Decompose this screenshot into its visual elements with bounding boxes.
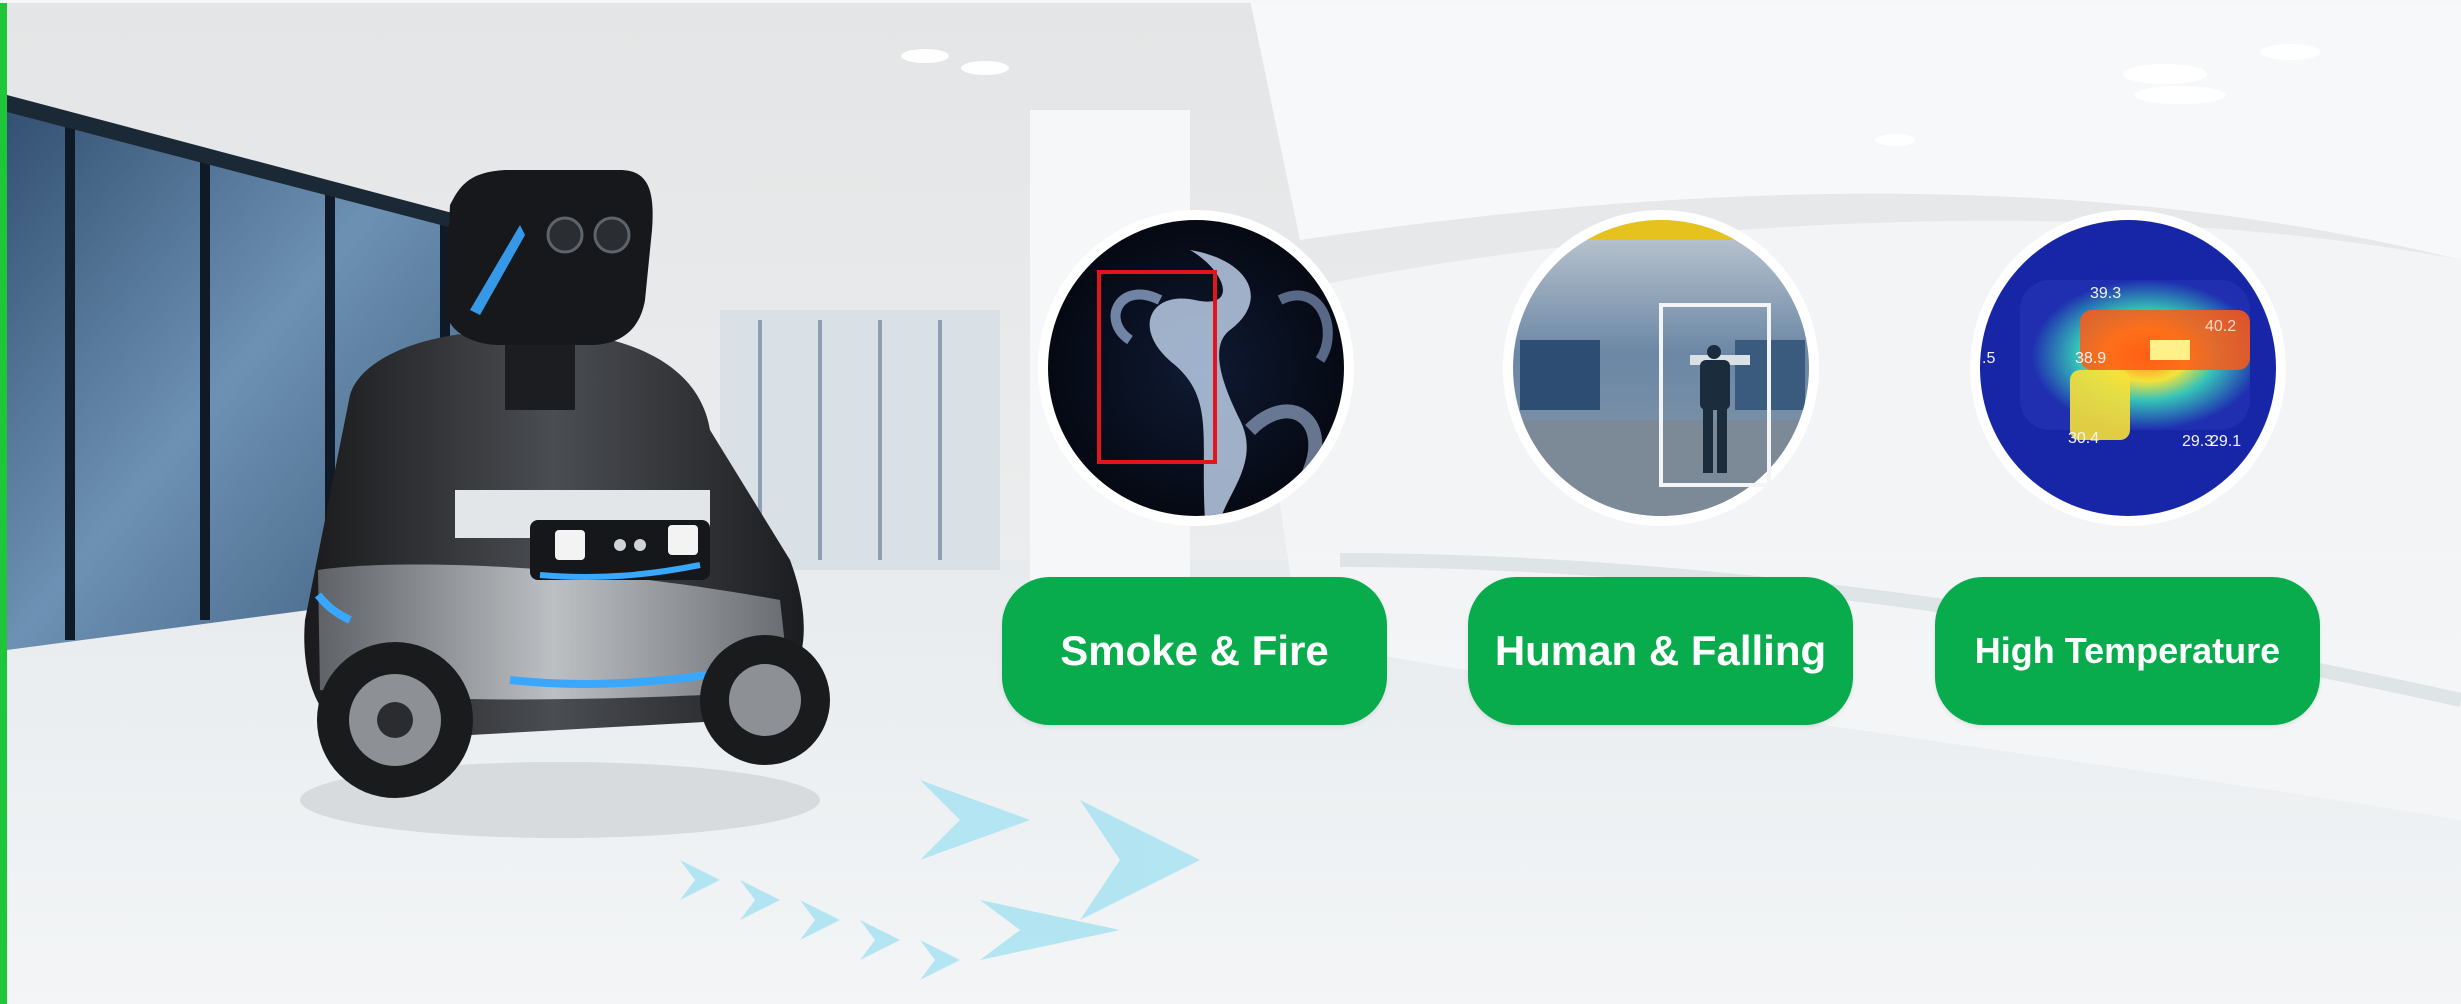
human-falling-button[interactable]: Human & Falling: [1468, 577, 1853, 725]
smoke-fire-label: Smoke & Fire: [1060, 627, 1329, 674]
high-temperature-label: High Temperature: [1974, 630, 2281, 671]
smoke-fire-button[interactable]: Smoke & Fire: [1002, 577, 1387, 725]
hero-scene: [0, 0, 2461, 1004]
human-falling-label: Human & Falling: [1494, 627, 1827, 674]
top-border: [0, 0, 2461, 3]
left-accent-bar: [0, 0, 7, 1004]
high-temperature-button[interactable]: High Temperature: [1935, 577, 2320, 725]
